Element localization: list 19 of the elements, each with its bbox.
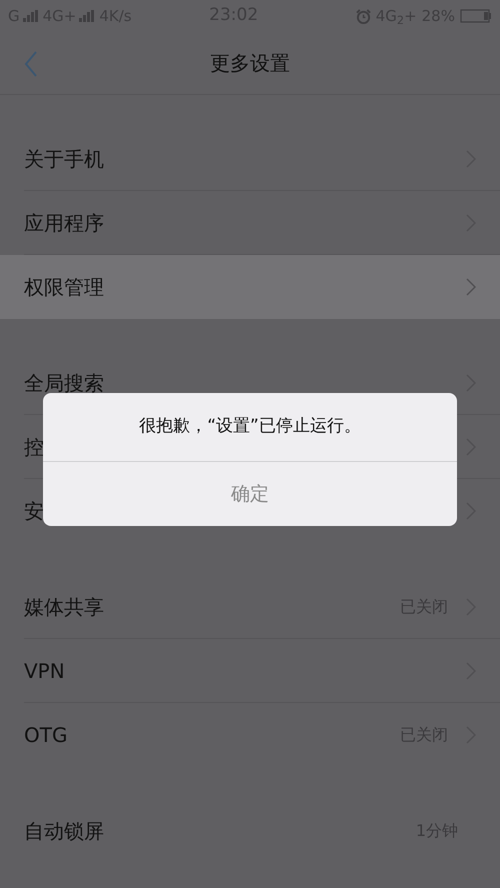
row-label: 全局搜索 <box>24 370 105 396</box>
signal-icon <box>22 10 39 22</box>
page-title: 更多设置 <box>210 50 290 77</box>
dialog-message: 很抱歉，“设置”已停止运行。 <box>139 415 361 438</box>
row-label: 媒体共享 <box>24 594 105 620</box>
row-label: 权限管理 <box>24 274 105 301</box>
row-label: OTG <box>24 722 68 749</box>
row-label: 安 <box>24 498 45 525</box>
confirm-button[interactable]: 确定 <box>43 462 457 526</box>
row-label: 控 <box>24 434 45 460</box>
settings-row[interactable]: 权限管理 <box>0 255 500 319</box>
signal-icon <box>79 10 96 22</box>
row-label: VPN <box>24 658 66 684</box>
row-label: 自动锁屏 <box>24 818 105 845</box>
row-label: 关于手机 <box>24 146 105 172</box>
back-icon <box>24 51 38 77</box>
alarm-icon <box>356 8 371 24</box>
battery-icon <box>460 9 492 23</box>
row-label: 应用程序 <box>24 210 105 236</box>
